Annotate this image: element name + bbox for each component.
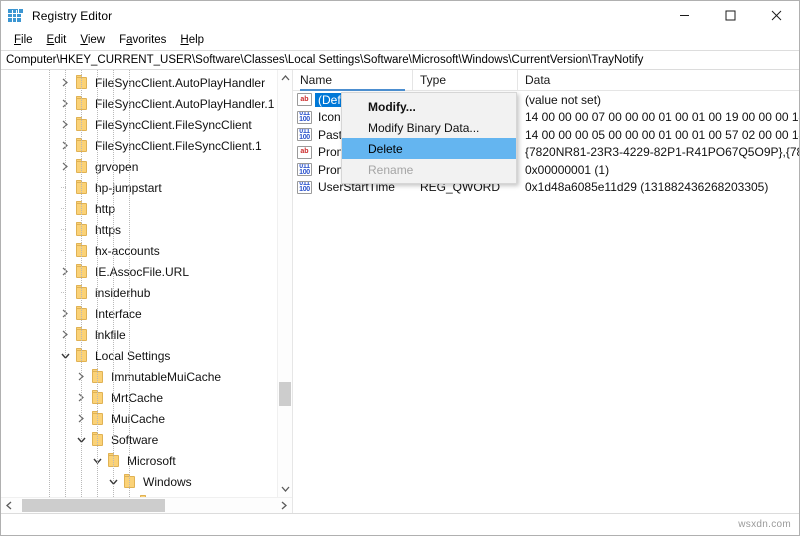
menu-view[interactable]: View bbox=[73, 32, 112, 48]
registry-values-pane: Name Type Data ab(Default)REG_SZ(value n… bbox=[293, 70, 799, 513]
tree-item-label: insiderhub bbox=[92, 285, 154, 301]
list-column-headers: Name Type Data bbox=[293, 70, 799, 91]
tree-item-microsoft[interactable]: Microsoft bbox=[1, 450, 277, 471]
tree-item-label: FileSyncClient.FileSyncClient bbox=[92, 117, 256, 133]
tree-guide-line bbox=[97, 70, 98, 497]
tree-item-label: ImmutableMuiCache bbox=[108, 369, 225, 385]
context-menu-item-rename: Rename bbox=[342, 159, 516, 180]
maximize-button[interactable] bbox=[707, 1, 753, 30]
column-header-name[interactable]: Name bbox=[293, 70, 413, 90]
status-bar: wsxdn.com bbox=[1, 513, 799, 535]
tree-item-local-settings[interactable]: Local Settings bbox=[1, 345, 277, 366]
scroll-up-icon[interactable] bbox=[278, 70, 292, 86]
watermark-text: wsxdn.com bbox=[738, 519, 791, 530]
tree-item-label: Interface bbox=[92, 306, 146, 322]
menu-bar: File Edit View Favorites Help bbox=[1, 30, 799, 50]
tree-item-label: FileSyncClient.FileSyncClient.1 bbox=[92, 138, 266, 154]
tree-hscroll-track[interactable] bbox=[17, 498, 276, 513]
tree-item-label: MuiCache bbox=[108, 411, 169, 427]
tree-guide-line bbox=[65, 70, 66, 497]
tree-vertical-scrollbar[interactable] bbox=[277, 70, 292, 497]
tree-item-windows[interactable]: Windows bbox=[1, 471, 277, 492]
menu-favorites[interactable]: Favorites bbox=[112, 32, 173, 48]
string-value-icon: ab bbox=[297, 93, 312, 106]
tree-item-label: IE.AssocFile.URL bbox=[92, 264, 193, 280]
tree-guide-line bbox=[49, 70, 50, 497]
registry-tree[interactable]: FileSyncClient.AutoPlayHandler FileSyncCl… bbox=[1, 70, 277, 497]
menu-edit[interactable]: Edit bbox=[40, 32, 74, 48]
tree-item-label: hx-accounts bbox=[92, 243, 164, 259]
tree-item-label: Local Settings bbox=[92, 348, 174, 364]
context-menu-item-modify-binary-data[interactable]: Modify Binary Data... bbox=[342, 117, 516, 138]
value-data: 14 00 00 00 05 00 00 00 01 00 01 00 57 0… bbox=[518, 128, 799, 142]
tree-item-label: FileSyncClient.AutoPlayHandler bbox=[92, 75, 269, 91]
binary-value-icon: 011100 bbox=[297, 128, 312, 141]
value-data: 0x00000001 (1) bbox=[518, 163, 799, 177]
menu-file[interactable]: File bbox=[7, 32, 40, 48]
value-data: 0x1d48a6085e11d29 (131882436268203305) bbox=[518, 180, 799, 194]
tree-item-interface[interactable]: Interface bbox=[1, 303, 277, 324]
tree-item-software[interactable]: Software bbox=[1, 429, 277, 450]
context-menu-item-delete[interactable]: Delete bbox=[342, 138, 516, 159]
tree-item-lnkfile[interactable]: lnkfile bbox=[1, 324, 277, 345]
binary-value-icon: 011100 bbox=[297, 163, 312, 176]
address-bar[interactable]: Computer\HKEY_CURRENT_USER\Software\Clas… bbox=[1, 50, 799, 70]
tree-item-label: FileSyncClient.AutoPlayHandler.1 bbox=[92, 96, 277, 112]
tree-horizontal-scrollbar[interactable] bbox=[1, 497, 292, 513]
tree-item-grvopen[interactable]: grvopen bbox=[1, 156, 277, 177]
context-menu-item-modify[interactable]: Modify... bbox=[342, 96, 516, 117]
tree-item-label: Microsoft bbox=[124, 453, 180, 469]
close-button[interactable] bbox=[753, 1, 799, 30]
tree-item-immutablemuicache[interactable]: ImmutableMuiCache bbox=[1, 366, 277, 387]
tree-item-ie-assocfile-url[interactable]: IE.AssocFile.URL bbox=[1, 261, 277, 282]
column-header-type[interactable]: Type bbox=[413, 70, 518, 90]
tree-item-filesyncclient-autoplayhandler-1[interactable]: FileSyncClient.AutoPlayHandler.1 bbox=[1, 93, 277, 114]
tree-item-label: Software bbox=[108, 432, 162, 448]
registry-editor-window: Registry Editor File Edit View Favorites… bbox=[0, 0, 800, 536]
tree-guide-line bbox=[113, 70, 114, 497]
context-menu[interactable]: Modify...Modify Binary Data...DeleteRena… bbox=[341, 92, 517, 184]
value-data: 14 00 00 00 07 00 00 00 01 00 01 00 19 0… bbox=[518, 110, 799, 124]
tree-item-http[interactable]: http bbox=[1, 198, 277, 219]
registry-tree-pane: FileSyncClient.AutoPlayHandler FileSyncCl… bbox=[1, 70, 293, 513]
title-bar: Registry Editor bbox=[1, 1, 799, 30]
window-title: Registry Editor bbox=[32, 9, 112, 23]
tree-guide-line bbox=[81, 70, 82, 497]
tree-item-insiderhub[interactable]: insiderhub bbox=[1, 282, 277, 303]
tree-item-label: Windows bbox=[140, 474, 196, 490]
tree-item-hx-accounts[interactable]: hx-accounts bbox=[1, 240, 277, 261]
menu-help[interactable]: Help bbox=[173, 32, 211, 48]
binary-value-icon: 011100 bbox=[297, 111, 312, 124]
binary-value-icon: 011100 bbox=[297, 181, 312, 194]
scroll-down-icon[interactable] bbox=[278, 481, 292, 497]
main-split: FileSyncClient.AutoPlayHandler FileSyncCl… bbox=[1, 70, 799, 513]
tree-scroll-thumb[interactable] bbox=[279, 382, 291, 406]
tree-item-https[interactable]: https bbox=[1, 219, 277, 240]
tree-guide-line bbox=[129, 70, 130, 497]
tree-scroll-track[interactable] bbox=[278, 86, 292, 481]
tree-item-filesyncclient-filesyncclient[interactable]: FileSyncClient.FileSyncClient bbox=[1, 114, 277, 135]
scroll-right-icon[interactable] bbox=[276, 501, 292, 510]
string-value-icon: ab bbox=[297, 146, 312, 159]
scroll-left-icon[interactable] bbox=[1, 501, 17, 510]
tree-item-filesyncclient-autoplayhandler[interactable]: FileSyncClient.AutoPlayHandler bbox=[1, 72, 277, 93]
tree-item-filesyncclient-filesyncclient-1[interactable]: FileSyncClient.FileSyncClient.1 bbox=[1, 135, 277, 156]
value-data: (value not set) bbox=[518, 93, 799, 107]
value-data: {7820NR81-23R3-4229-82P1-R41PO67Q5O9P},{… bbox=[518, 145, 799, 159]
column-header-data[interactable]: Data bbox=[518, 70, 799, 90]
tree-item-label: grvopen bbox=[92, 159, 142, 175]
tree-item-label: MrtCache bbox=[108, 390, 167, 406]
minimize-button[interactable] bbox=[661, 1, 707, 30]
registry-icon bbox=[8, 8, 24, 24]
tree-item-hp-jumpstart[interactable]: hp-jumpstart bbox=[1, 177, 277, 198]
tree-item-muicache[interactable]: MuiCache bbox=[1, 408, 277, 429]
tree-hscroll-thumb[interactable] bbox=[22, 499, 164, 512]
window-controls bbox=[661, 1, 799, 30]
tree-item-mrtcache[interactable]: MrtCache bbox=[1, 387, 277, 408]
